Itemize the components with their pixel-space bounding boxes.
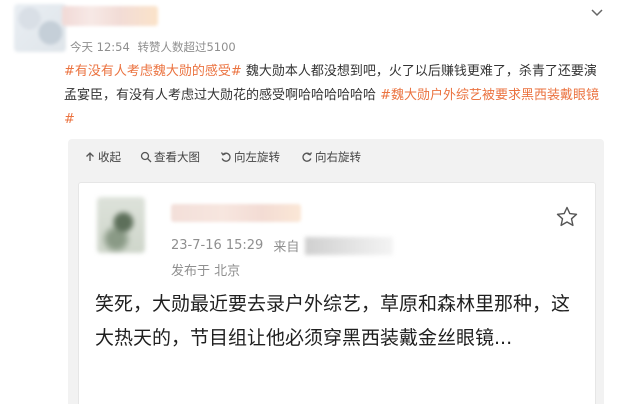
hashtag-link[interactable]: #有没有人考虑魏大勋的感受#: [64, 64, 242, 79]
image-action-bar: 收起 查看大图 向左旋转 向右旋转: [68, 139, 604, 175]
username-blurred[interactable]: [62, 6, 158, 26]
repost-avatar: [97, 197, 145, 253]
post-time[interactable]: 今天 12:54: [70, 40, 130, 54]
repost-time-row: 23-7-16 15:29 来自: [171, 236, 394, 255]
chevron-down-icon[interactable]: [589, 4, 605, 20]
rotate-left-icon: [220, 152, 231, 162]
post-meta: 今天 12:54 转赞人数超过5100: [70, 39, 240, 55]
collapse-icon: [86, 152, 94, 161]
search-icon: [140, 151, 152, 163]
rotate-right-label: 向右旋转: [315, 150, 361, 164]
repost-card-image[interactable]: 23-7-16 15:29 来自 发布于 北京 笑死，大勋最近要去录户外综艺，草…: [78, 182, 596, 404]
view-large-label: 查看大图: [154, 150, 200, 164]
star-icon: [556, 206, 578, 227]
rotate-right-button[interactable]: 向右旋转: [301, 149, 361, 165]
post-text: #有没有人考虑魏大勋的感受# 魏大勋本人都没想到吧，火了以后赚钱更难了，杀青了还…: [64, 60, 604, 132]
repost-source-blurred: [305, 236, 394, 255]
rotate-left-button[interactable]: 向左旋转: [220, 149, 280, 165]
likes-info: 转赞人数超过5100: [137, 40, 236, 54]
repost-time: 23-7-16 15:29: [171, 238, 264, 253]
rotate-right-icon: [302, 152, 313, 162]
rotate-left-label: 向左旋转: [234, 150, 280, 164]
collapse-label: 收起: [98, 150, 121, 164]
view-large-button[interactable]: 查看大图: [140, 149, 200, 165]
repost-location: 发布于 北京: [171, 264, 241, 279]
repost-username-blurred: [171, 204, 301, 222]
weibo-post: 今天 12:54 转赞人数超过5100 #有没有人考虑魏大勋的感受# 魏大勋本人…: [0, 0, 617, 404]
collapse-button[interactable]: 收起: [84, 149, 121, 165]
repost-text: 笑死，大勋最近要去录户外综艺，草原和森林里那种，这大热天的，节目组让他必须穿黑西…: [95, 293, 571, 349]
repost-source-prefix: 来自: [273, 240, 300, 255]
avatar[interactable]: [14, 4, 66, 52]
